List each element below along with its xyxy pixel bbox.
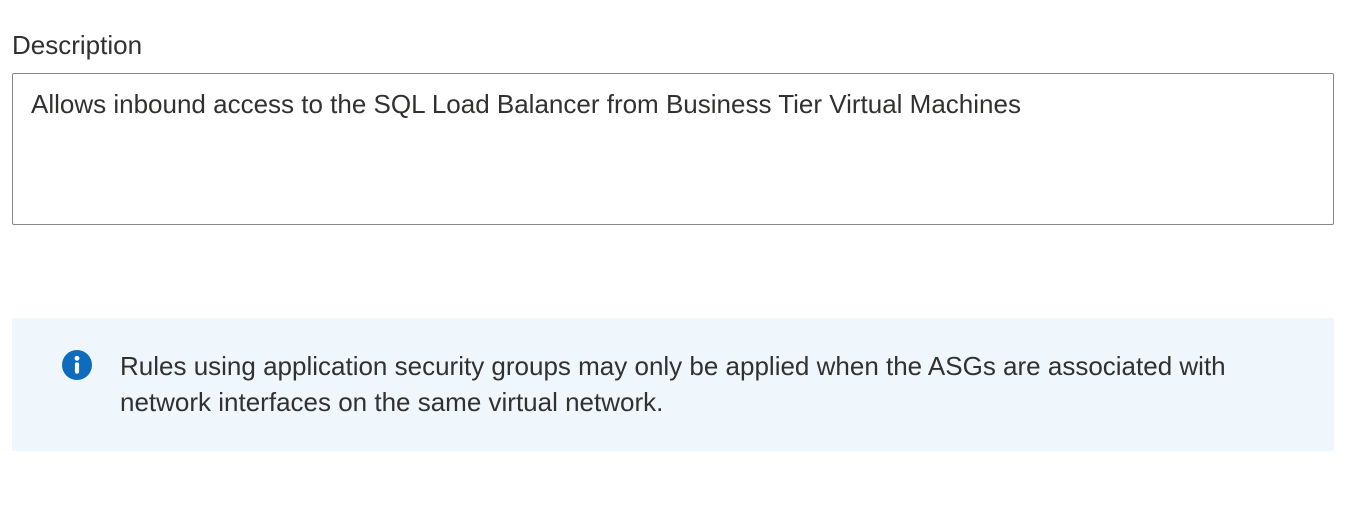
description-textarea[interactable] [12, 73, 1334, 225]
info-banner: Rules using application security groups … [12, 318, 1334, 451]
info-icon [62, 350, 92, 380]
description-label: Description [12, 30, 1339, 61]
info-banner-message: Rules using application security groups … [120, 348, 1298, 421]
